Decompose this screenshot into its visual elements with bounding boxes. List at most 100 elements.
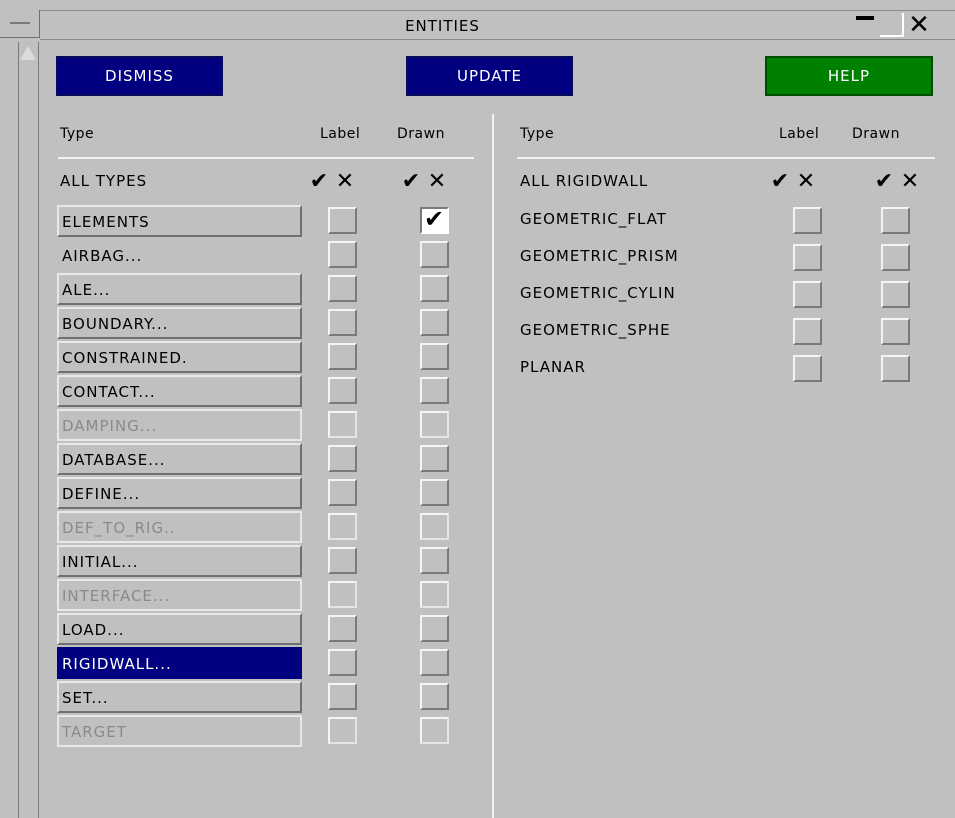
left-drawn-header: Drawn <box>397 126 445 142</box>
label-checkbox[interactable] <box>328 377 357 404</box>
all-rigidwall-label: ALL RIGIDWALL <box>520 172 649 190</box>
dash-icon <box>10 22 30 24</box>
window-title: ENTITIES <box>405 17 480 35</box>
drawn-checkbox[interactable] <box>420 615 449 642</box>
label-checkbox[interactable] <box>793 244 822 271</box>
drawn-checkbox[interactable] <box>420 275 449 302</box>
label-checkbox[interactable] <box>328 207 357 234</box>
drawn-all-on-icon[interactable]: ✔ <box>871 171 897 193</box>
scroll-track-line <box>38 42 39 818</box>
type-button[interactable]: CONSTRAINED. <box>57 341 302 373</box>
drawn-all-off-icon[interactable]: ✕ <box>897 171 923 193</box>
drawn-checkbox[interactable] <box>420 581 449 608</box>
label-checkbox[interactable] <box>793 318 822 345</box>
label-checkbox[interactable] <box>328 649 357 676</box>
right-type-header: Type <box>520 126 555 142</box>
label-checkbox[interactable] <box>793 207 822 234</box>
type-button[interactable]: INITIAL... <box>57 545 302 577</box>
label-checkbox[interactable] <box>328 683 357 710</box>
type-button[interactable]: BOUNDARY... <box>57 307 302 339</box>
label-checkbox[interactable] <box>328 275 357 302</box>
label-checkbox[interactable] <box>328 479 357 506</box>
update-button[interactable]: UPDATE <box>406 56 573 96</box>
drawn-checkbox[interactable] <box>881 207 910 234</box>
rigidwall-type-label: GEOMETRIC_FLAT <box>520 210 667 228</box>
label-checkbox[interactable] <box>793 281 822 308</box>
type-button[interactable]: DAMPING... <box>57 409 302 441</box>
drawn-checkbox[interactable] <box>420 309 449 336</box>
type-button[interactable]: TARGET <box>57 715 302 747</box>
close-icon: ✕ <box>908 10 930 40</box>
minimize-button[interactable] <box>853 13 877 37</box>
drawn-checkbox[interactable] <box>420 649 449 676</box>
maximize-button[interactable] <box>880 13 904 37</box>
rigidwall-type-label: PLANAR <box>520 358 586 376</box>
label-checkbox[interactable] <box>328 547 357 574</box>
drawn-checkbox[interactable] <box>420 717 449 744</box>
type-button[interactable]: ELEMENTS <box>57 205 302 237</box>
title-bar: ENTITIES ✕ <box>40 10 955 40</box>
drawn-checkbox[interactable] <box>420 445 449 472</box>
type-button[interactable]: SET... <box>57 681 302 713</box>
close-button[interactable]: ✕ <box>907 10 931 40</box>
right-drawn-header: Drawn <box>852 126 900 142</box>
label-checkbox[interactable] <box>328 241 357 268</box>
label-checkbox[interactable] <box>328 411 357 438</box>
entities-panel: Type Label Drawn Type Label Drawn ALL TY… <box>40 110 955 818</box>
drawn-checkbox[interactable] <box>420 377 449 404</box>
rigidwall-type-label: GEOMETRIC_CYLIN <box>520 284 676 302</box>
drawn-checkbox[interactable] <box>420 411 449 438</box>
label-all-on-icon[interactable]: ✔ <box>306 171 332 193</box>
label-checkbox[interactable] <box>793 355 822 382</box>
drawn-checkbox[interactable] <box>881 244 910 271</box>
window-menu-button[interactable] <box>0 10 40 38</box>
drawn-checkbox[interactable] <box>420 547 449 574</box>
label-checkbox[interactable] <box>328 309 357 336</box>
drawn-checkbox[interactable] <box>881 355 910 382</box>
type-button[interactable]: AIRBAG... <box>57 239 302 271</box>
drawn-all-on-icon[interactable]: ✔ <box>398 171 424 193</box>
type-button[interactable]: DEFINE... <box>57 477 302 509</box>
type-button[interactable]: DEF_TO_RIG.. <box>57 511 302 543</box>
dismiss-button[interactable]: DISMISS <box>56 56 223 96</box>
left-label-header: Label <box>320 126 361 142</box>
rigidwall-type-label: GEOMETRIC_SPHE <box>520 321 671 339</box>
drawn-checkbox[interactable] <box>420 343 449 370</box>
type-button[interactable]: INTERFACE... <box>57 579 302 611</box>
label-all-off-icon[interactable]: ✕ <box>332 171 358 193</box>
label-all-off-icon[interactable]: ✕ <box>793 171 819 193</box>
all-types-label: ALL TYPES <box>60 172 148 190</box>
drawn-checkbox[interactable] <box>420 683 449 710</box>
help-button[interactable]: HELP <box>765 56 933 96</box>
drawn-checkbox[interactable] <box>881 281 910 308</box>
type-button[interactable]: CONTACT... <box>57 375 302 407</box>
scroll-track-line <box>18 42 19 818</box>
left-scroll-strip <box>0 0 40 818</box>
label-checkbox[interactable] <box>328 343 357 370</box>
checkmark-icon: ✔ <box>424 205 445 233</box>
drawn-checkbox[interactable] <box>420 479 449 506</box>
label-checkbox[interactable] <box>328 513 357 540</box>
drawn-all-off-icon[interactable]: ✕ <box>424 171 450 193</box>
type-button[interactable]: DATABASE... <box>57 443 302 475</box>
drawn-checkbox[interactable] <box>420 513 449 540</box>
label-checkbox[interactable] <box>328 615 357 642</box>
drawn-checkbox[interactable]: ✔ <box>420 205 449 234</box>
left-type-header: Type <box>60 126 95 142</box>
type-button[interactable]: RIGIDWALL... <box>57 647 302 679</box>
right-label-header: Label <box>779 126 820 142</box>
drawn-checkbox[interactable] <box>881 318 910 345</box>
label-checkbox[interactable] <box>328 581 357 608</box>
drawn-checkbox[interactable] <box>420 241 449 268</box>
label-all-on-icon[interactable]: ✔ <box>767 171 793 193</box>
minimize-icon <box>856 16 874 20</box>
type-button[interactable]: LOAD... <box>57 613 302 645</box>
rigidwall-type-label: GEOMETRIC_PRISM <box>520 247 679 265</box>
right-header-rule <box>517 157 935 159</box>
panel-divider <box>492 114 494 818</box>
label-checkbox[interactable] <box>328 445 357 472</box>
left-header-rule <box>58 157 474 159</box>
type-button[interactable]: ALE... <box>57 273 302 305</box>
scroll-up-arrow-icon[interactable] <box>20 46 36 60</box>
label-checkbox[interactable] <box>328 717 357 744</box>
